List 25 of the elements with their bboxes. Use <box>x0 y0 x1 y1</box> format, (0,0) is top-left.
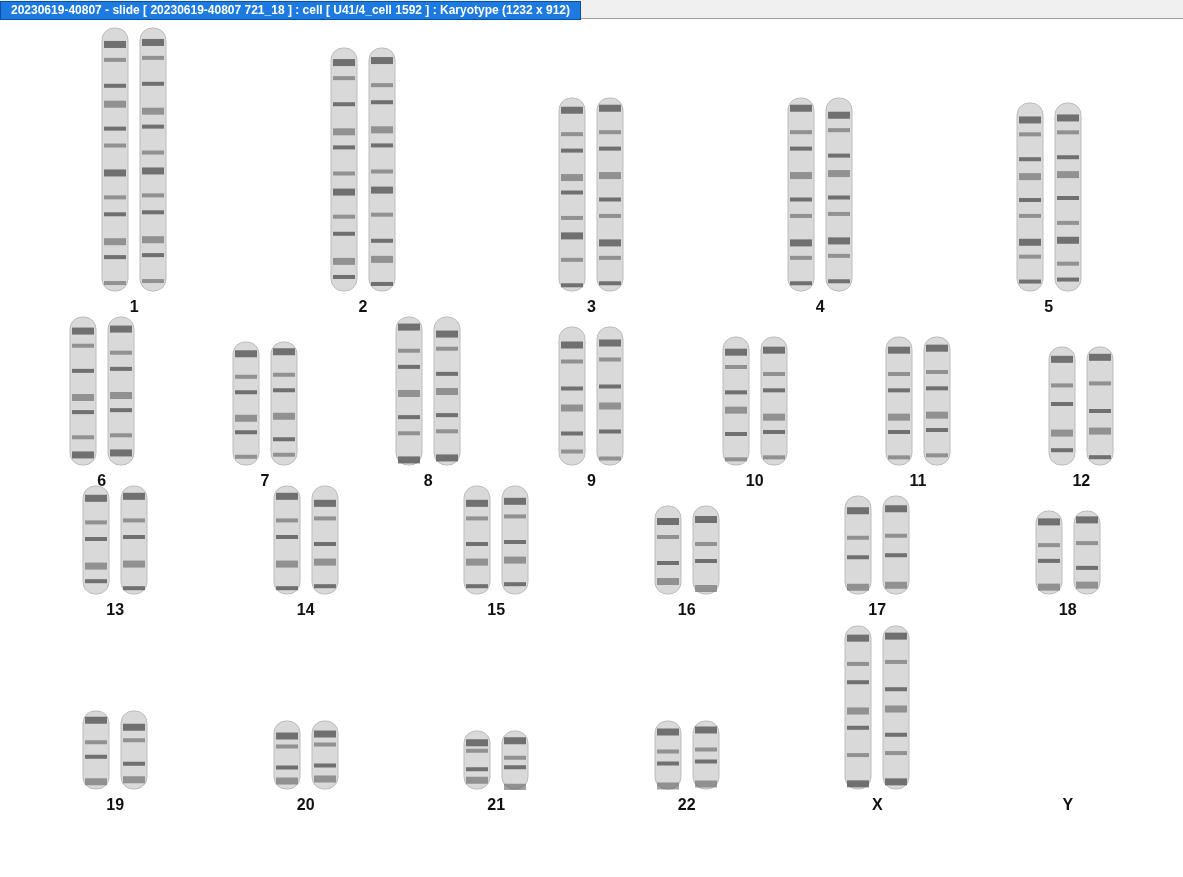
chromosome-label: 18 <box>1058 601 1077 619</box>
chromosome-label: 11 <box>909 472 927 490</box>
chromosome-label: 7 <box>260 472 270 490</box>
chromosome-label: 9 <box>587 472 596 490</box>
chromosome-label: 21 <box>487 796 506 814</box>
chromosome-label: 12 <box>1072 472 1091 490</box>
chromosome-label: 5 <box>1044 298 1054 316</box>
chromosome-label: 2 <box>358 298 368 316</box>
chromosome-label: 14 <box>296 601 315 619</box>
chromosome-label: 15 <box>487 601 506 619</box>
chromosome-label: Y <box>1062 796 1074 814</box>
chromosome-label: X <box>871 796 883 814</box>
chromosome-label: 10 <box>745 472 764 490</box>
chromosome-label: 17 <box>868 601 887 619</box>
chromosome-label: 6 <box>97 472 107 490</box>
chromosome-label: 3 <box>587 298 596 316</box>
chromosome-label: 22 <box>677 796 696 814</box>
chromosome-label: 1 <box>129 298 139 316</box>
chromosome-label: 19 <box>106 796 125 814</box>
chromosome-label: 13 <box>106 601 125 619</box>
chromosome-label: 4 <box>815 298 825 316</box>
chromosome-label: 8 <box>423 472 433 490</box>
window-title: 20230619-40807 - slide [ 20230619-40807 721_18 ] : cell [ U41/4_cell 1592 ] : Karyotype (1232 x 912) <box>0 1 582 20</box>
chromosome-label: 20 <box>296 796 315 814</box>
chromosome-label: 16 <box>677 601 696 619</box>
